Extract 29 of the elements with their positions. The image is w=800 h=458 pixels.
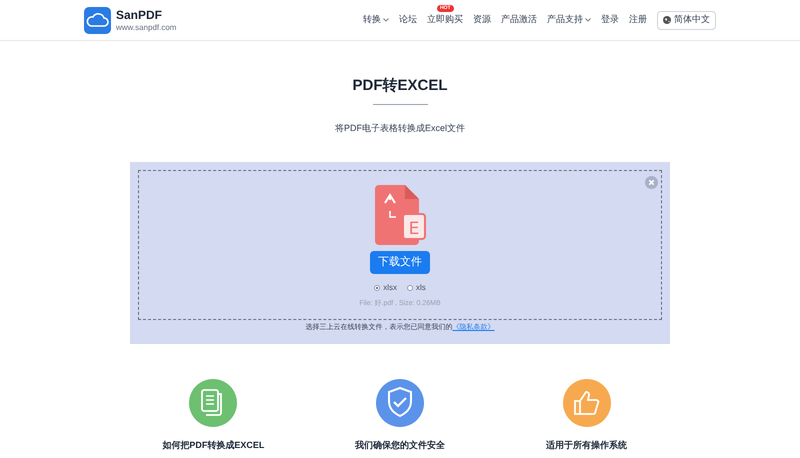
shield-check-icon	[376, 379, 424, 427]
site-url: www.sanpdf.com	[116, 24, 176, 32]
feature-title: 如何把PDF转换成EXCEL	[162, 439, 264, 452]
radio-icon[interactable]	[407, 285, 413, 291]
format-radio[interactable]: xlsx	[374, 282, 397, 294]
nav-link[interactable]: 注册	[629, 13, 647, 27]
radio-icon[interactable]	[374, 285, 380, 291]
nav-link[interactable]: 立即购买	[427, 13, 463, 27]
globe-icon	[663, 16, 671, 24]
feature-title: 我们确保您的文件安全	[354, 439, 445, 452]
feature-title: 适用于所有操作系统	[546, 439, 628, 452]
language-button[interactable]: 简体中文	[657, 10, 716, 30]
nav-link[interactable]: 转换	[363, 13, 389, 27]
nav-link[interactable]: 论坛	[399, 13, 417, 27]
format-radio[interactable]: xls	[407, 282, 426, 294]
nav-link[interactable]: 产品激活	[501, 13, 537, 27]
download-button[interactable]: 下载文件	[370, 251, 430, 274]
nav-link[interactable]: 登录	[601, 13, 619, 27]
brand-name[interactable]: SanPDF	[116, 8, 176, 20]
nav-link[interactable]: 产品支持	[547, 13, 591, 27]
file-letter: E	[408, 219, 420, 239]
page-title: PDF转EXCEL	[352, 76, 448, 96]
nav-link[interactable]: 资源	[473, 13, 491, 27]
page-subtitle: 将PDF电子表格转换成Excel文件	[334, 122, 465, 134]
thumbs-up-icon	[562, 379, 611, 427]
cloud-logo-icon[interactable]	[84, 6, 111, 34]
document-icon	[189, 379, 238, 427]
pdf-file-icon	[375, 185, 426, 245]
close-icon[interactable]	[645, 176, 658, 189]
